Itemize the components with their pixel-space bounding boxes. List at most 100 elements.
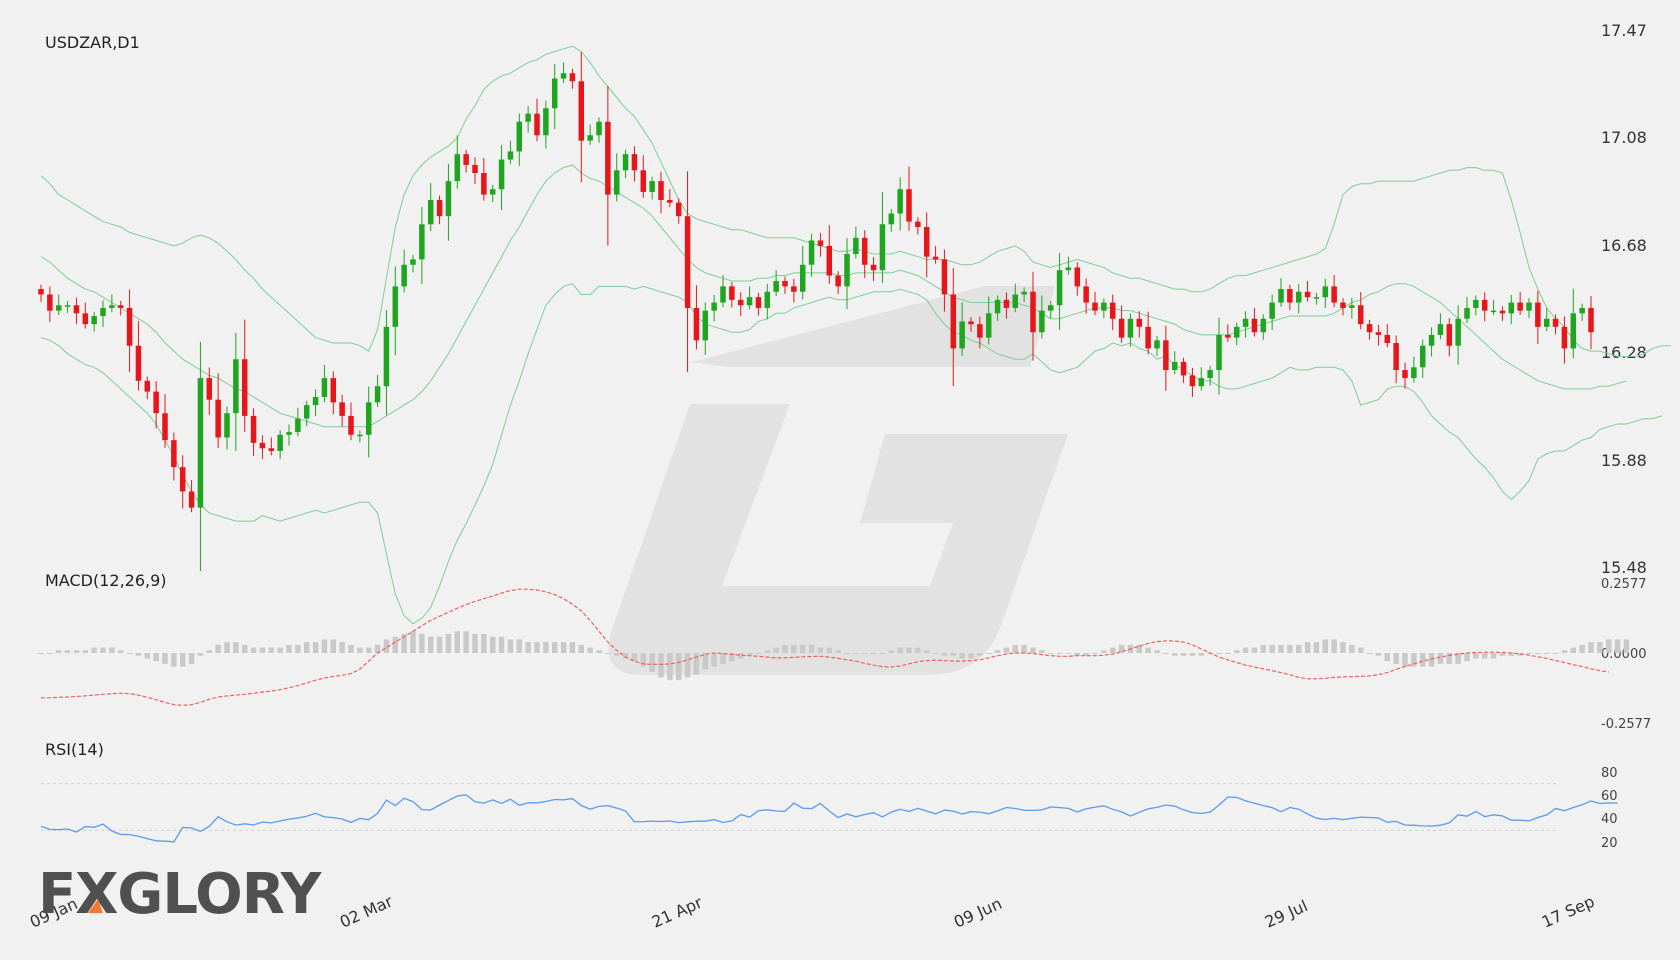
macd-histogram-bar: [985, 653, 992, 654]
candle-body: [1065, 267, 1072, 271]
macd-histogram-bar: [879, 653, 886, 654]
candle-body: [135, 345, 142, 381]
candle-body: [613, 170, 620, 195]
candle-body: [1180, 361, 1187, 376]
candle-body: [1304, 291, 1311, 298]
macd-histogram-bar: [1012, 644, 1019, 653]
candle-body: [144, 380, 151, 392]
candle-body: [578, 81, 585, 141]
candle-body: [1464, 307, 1470, 319]
candle-body: [658, 181, 664, 201]
candle-body: [312, 396, 319, 406]
candle-body: [1331, 286, 1337, 303]
macd-histogram-bar: [941, 653, 948, 656]
candle-body: [808, 240, 815, 265]
macd-histogram-bar: [773, 647, 779, 653]
macd-histogram-bar: [357, 647, 363, 653]
bollinger-middle-band: [40, 164, 1627, 428]
candle-body: [330, 378, 337, 403]
candle-body: [853, 237, 859, 254]
logo-text: FXGLORY: [38, 862, 323, 927]
candle-body: [729, 286, 735, 300]
candle-body: [596, 121, 602, 136]
macd-histogram-bar: [543, 642, 549, 653]
rsi-pane: [40, 783, 1618, 843]
macd-histogram-bar: [994, 650, 1001, 653]
x-tick-label: 02 Mar: [337, 891, 396, 931]
candle-body: [472, 164, 478, 174]
candle-body: [977, 324, 983, 338]
rsi-y-tick: 20: [1601, 836, 1618, 851]
macd-histogram-bar: [1225, 653, 1231, 654]
macd-histogram-bar: [1163, 653, 1169, 654]
candle-body: [321, 378, 328, 397]
macd-histogram-bar: [959, 653, 965, 659]
candle-body: [206, 378, 213, 400]
macd-histogram-bar: [684, 653, 691, 678]
candle-body: [737, 299, 744, 306]
macd-histogram-bar: [55, 650, 62, 653]
candle-body: [764, 291, 771, 308]
macd-histogram-bar: [791, 644, 797, 653]
macd-histogram-bar: [1570, 647, 1577, 653]
candle-body: [38, 289, 44, 295]
macd-histogram-bar: [1295, 644, 1302, 653]
candle-body: [277, 434, 283, 451]
macd-histogram-bar: [1393, 653, 1399, 664]
candle-body: [543, 108, 549, 136]
candle-body: [1207, 370, 1213, 379]
macd-histogram-bar: [1101, 650, 1107, 653]
macd-histogram-bar: [206, 650, 213, 653]
candle-body: [1092, 302, 1098, 311]
candle-body: [339, 402, 345, 416]
candle-body: [1490, 310, 1497, 313]
macd-histogram-bar: [250, 647, 257, 653]
macd-histogram-bar: [171, 653, 177, 667]
candle-body: [1570, 313, 1577, 349]
candle-body: [1384, 334, 1391, 344]
candle-body: [295, 418, 301, 433]
macd-pane-title: MACD(12,26,9): [45, 571, 167, 590]
candle-body: [401, 264, 407, 287]
candle-body: [1349, 305, 1355, 308]
macd-histogram-bar: [73, 650, 80, 653]
macd-histogram-bar: [295, 644, 301, 653]
macd-histogram-bar: [560, 642, 567, 653]
macd-histogram-bar: [365, 647, 372, 653]
x-tick-label: 09 Jun: [951, 894, 1005, 932]
candle-body: [932, 256, 939, 260]
macd-histogram-bar: [1260, 644, 1267, 653]
macd-histogram-bar: [835, 650, 841, 653]
candle-body: [1340, 302, 1346, 308]
macd-histogram-bar: [1251, 647, 1258, 653]
macd-histogram-bar: [348, 644, 354, 653]
macd-histogram-bar: [968, 653, 974, 659]
candle-body: [498, 159, 505, 190]
macd-histogram-bar: [126, 653, 133, 654]
price-y-tick: 15.48: [1601, 558, 1647, 577]
macd-histogram-bar: [808, 644, 815, 653]
price-y-tick: 16.68: [1601, 236, 1647, 255]
candle-body: [410, 259, 416, 265]
macd-histogram-bar: [436, 636, 443, 653]
candle-body: [1481, 299, 1488, 311]
macd-histogram-bar: [1473, 653, 1479, 659]
candle-body: [569, 73, 576, 82]
candle-body: [100, 307, 106, 317]
candle-body: [117, 305, 124, 308]
candle-body: [241, 359, 248, 416]
candle-body: [791, 286, 797, 292]
candle-body: [1499, 310, 1506, 314]
macd-histogram-bar: [233, 642, 239, 653]
candle-body: [879, 224, 886, 271]
candle-body: [1428, 334, 1435, 346]
candle-body: [649, 181, 655, 192]
candle-body: [489, 189, 496, 195]
candle-body: [1402, 370, 1408, 379]
candle-body: [782, 280, 788, 287]
macd-histogram-bar: [613, 653, 620, 656]
macd-histogram-bar: [427, 636, 434, 653]
candle-body: [268, 448, 275, 451]
candle-body: [1393, 343, 1399, 371]
macd-histogram-bar: [1171, 653, 1178, 656]
